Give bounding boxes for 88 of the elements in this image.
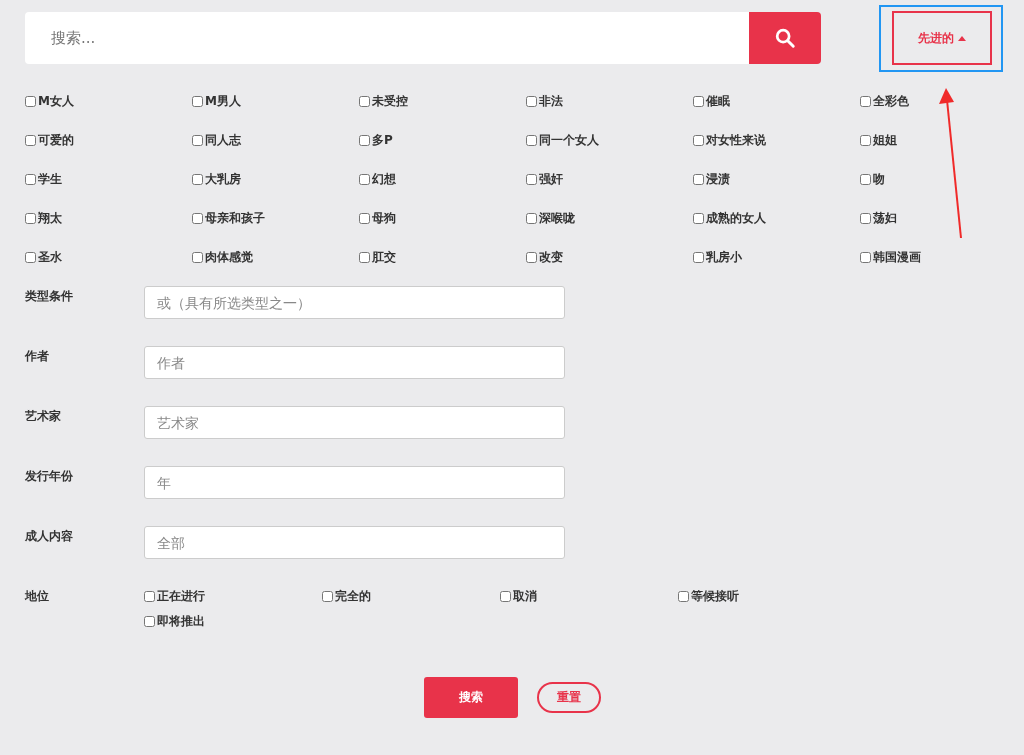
checkbox[interactable] (693, 95, 704, 107)
checkbox[interactable] (359, 173, 370, 185)
checkbox-label[interactable]: 浸渍 (706, 170, 730, 188)
checkbox[interactable] (25, 95, 36, 107)
checkbox[interactable] (359, 251, 370, 263)
checkbox-label[interactable]: 完全的 (335, 587, 371, 605)
checkbox-label[interactable]: 即将推出 (157, 612, 205, 630)
checkbox[interactable] (678, 590, 689, 602)
reset-button[interactable]: 重置 (537, 682, 601, 713)
checkbox[interactable] (526, 134, 537, 146)
checkbox-label[interactable]: 母亲和孩子 (205, 209, 265, 227)
checkbox[interactable] (192, 134, 203, 146)
checkbox-label[interactable]: M男人 (205, 92, 241, 110)
checkbox[interactable] (25, 212, 36, 224)
checkbox[interactable] (192, 251, 203, 263)
checkbox-label[interactable]: 成熟的女人 (706, 209, 766, 227)
advanced-toggle[interactable]: 先进的 (891, 11, 992, 65)
checkbox-label[interactable]: 荡妇 (873, 209, 897, 227)
checkbox[interactable] (860, 212, 871, 224)
checkbox-label[interactable]: 幻想 (372, 170, 396, 188)
checkbox[interactable] (359, 134, 370, 146)
checkbox[interactable] (359, 212, 370, 224)
checkbox-label[interactable]: 同一个女人 (539, 131, 599, 149)
checkbox-label[interactable]: 可爱的 (38, 131, 74, 149)
checkbox[interactable] (693, 134, 704, 146)
checkbox[interactable] (500, 590, 511, 602)
checkbox[interactable] (25, 134, 36, 146)
checkbox-label[interactable]: 等候接听 (691, 587, 739, 605)
checkbox[interactable] (693, 251, 704, 263)
search-field[interactable]: 搜索... (25, 12, 749, 64)
field-label: 作者 (25, 348, 50, 365)
checkbox[interactable] (192, 95, 203, 107)
checkbox[interactable] (526, 95, 537, 107)
checkbox-label[interactable]: 取消 (513, 587, 537, 605)
checkbox-label[interactable]: 母狗 (372, 209, 396, 227)
field-label: 艺术家 (25, 408, 62, 425)
checkbox-label[interactable]: 深喉咙 (539, 209, 575, 227)
checkbox[interactable] (860, 251, 871, 263)
search-button[interactable] (749, 12, 821, 64)
checkbox[interactable] (526, 251, 537, 263)
checkbox-label[interactable]: 非法 (539, 92, 563, 110)
input-field[interactable]: 全部 (144, 526, 565, 559)
caret-up-icon (957, 35, 966, 41)
checkbox-label[interactable]: 强奸 (539, 170, 563, 188)
field-label: 类型条件 (25, 288, 74, 305)
input-field[interactable]: 或（具有所选类型之一） (144, 286, 565, 319)
field-label: 成人内容 (25, 528, 74, 545)
checkbox-label[interactable]: 肛交 (372, 248, 396, 266)
checkbox-label[interactable]: 改变 (539, 248, 563, 266)
checkbox-label[interactable]: 正在进行 (157, 587, 205, 605)
field-label: 发行年份 (25, 468, 74, 485)
checkbox[interactable] (693, 173, 704, 185)
submit-button[interactable]: 搜索 (424, 677, 518, 718)
checkbox[interactable] (860, 134, 871, 146)
checkbox[interactable] (144, 590, 155, 602)
checkbox-label[interactable]: M女人 (38, 92, 74, 110)
checkbox-label[interactable]: 大乳房 (205, 170, 241, 188)
field-label: 地位 (25, 588, 50, 605)
checkbox-label[interactable]: 肉体感觉 (205, 248, 253, 266)
input-field[interactable]: 作者 (144, 346, 565, 379)
input-field[interactable]: 年 (144, 466, 565, 499)
checkbox-label[interactable]: 圣水 (38, 248, 62, 266)
checkbox[interactable] (25, 173, 36, 185)
checkbox-label[interactable]: 对女性来说 (706, 131, 766, 149)
input-field[interactable]: 艺术家 (144, 406, 565, 439)
checkbox-label[interactable]: 全彩色 (873, 92, 909, 110)
checkbox-label[interactable]: 催眠 (706, 92, 730, 110)
checkbox[interactable] (144, 615, 155, 627)
checkbox[interactable] (526, 173, 537, 185)
checkbox-label[interactable]: 韩国漫画 (873, 248, 921, 266)
checkbox-label[interactable]: 姐姐 (873, 131, 897, 149)
checkbox-label[interactable]: 翔太 (38, 209, 62, 227)
checkbox-label[interactable]: 未受控 (372, 92, 408, 110)
checkbox[interactable] (25, 251, 36, 263)
checkbox[interactable] (322, 590, 333, 602)
checkbox[interactable] (359, 95, 370, 107)
checkbox-label[interactable]: 吻 (873, 170, 885, 188)
checkbox[interactable] (526, 212, 537, 224)
search-icon (774, 27, 796, 49)
checkbox-label[interactable]: 学生 (38, 170, 62, 188)
checkbox[interactable] (860, 95, 871, 107)
checkbox-label[interactable]: 多P (372, 131, 393, 149)
checkbox[interactable] (192, 212, 203, 224)
checkbox-label[interactable]: 同人志 (205, 131, 241, 149)
checkbox[interactable] (860, 173, 871, 185)
checkbox-label[interactable]: 乳房小 (706, 248, 742, 266)
checkbox[interactable] (192, 173, 203, 185)
checkbox[interactable] (693, 212, 704, 224)
